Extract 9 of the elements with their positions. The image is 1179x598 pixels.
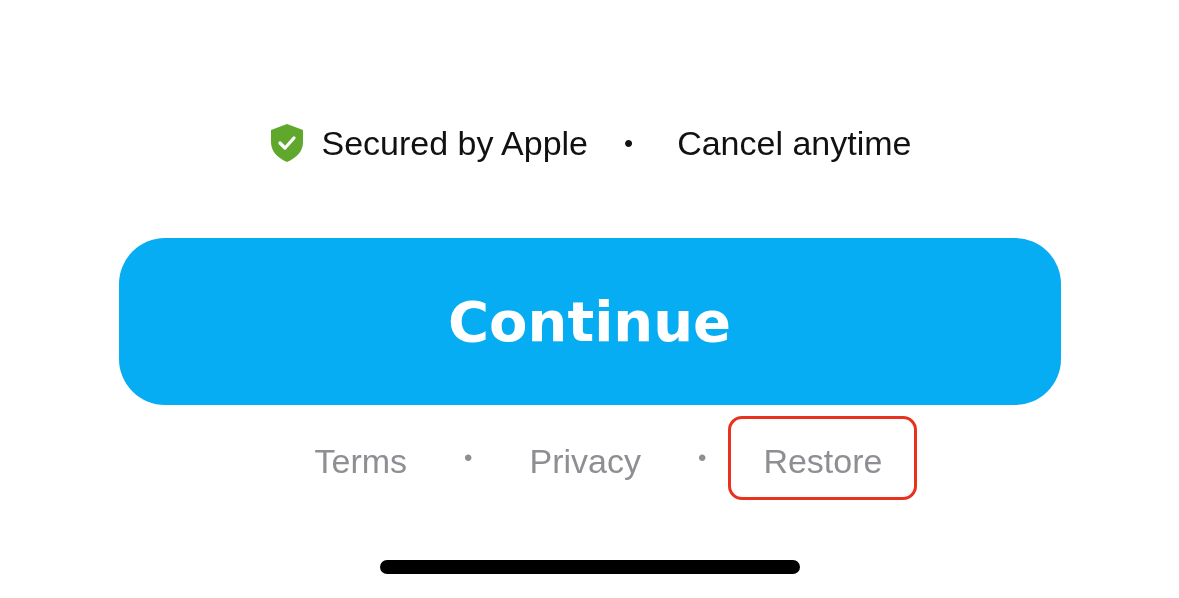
- separator-dot: •: [464, 444, 473, 472]
- separator-dot: •: [624, 127, 634, 159]
- continue-button[interactable]: Continue: [118, 238, 1061, 405]
- trust-label: Cancel anytime: [677, 123, 912, 164]
- trust-label: Secured by Apple: [321, 123, 589, 164]
- separator-dot: •: [698, 444, 707, 472]
- footer-link[interactable]: Privacy: [494, 416, 676, 500]
- footer-link[interactable]: Restore: [728, 416, 918, 500]
- footer-link[interactable]: Terms: [279, 416, 443, 500]
